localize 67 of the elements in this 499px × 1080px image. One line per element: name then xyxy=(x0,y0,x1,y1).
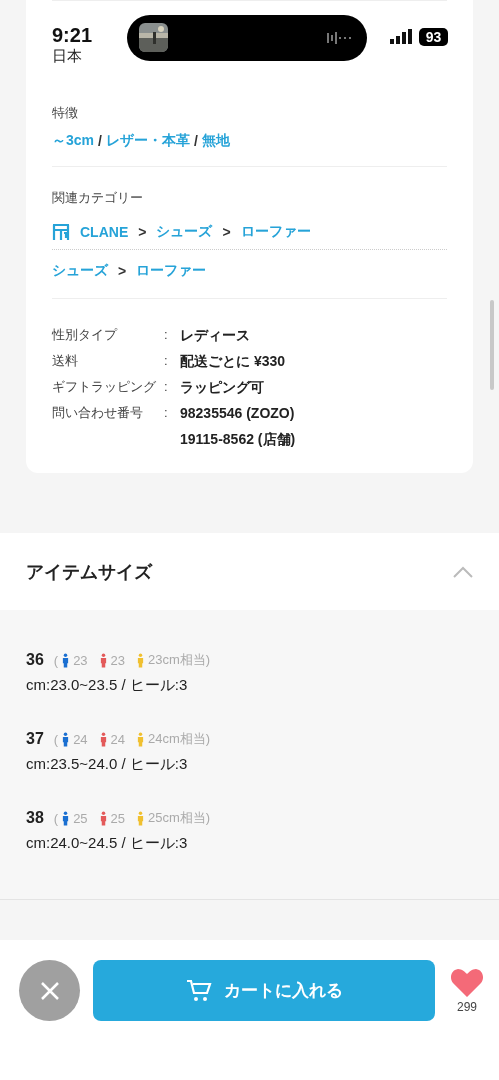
breadcrumb-separator: > xyxy=(222,224,231,240)
feature-link[interactable]: レザー・本革 xyxy=(105,132,190,150)
colon: : xyxy=(164,378,169,396)
size-label: 37 xyxy=(26,730,44,748)
category-link[interactable]: シューズ xyxy=(156,223,213,241)
heart-icon[interactable] xyxy=(450,967,484,998)
section-title: アイテムサイズ xyxy=(26,560,152,584)
feature-link[interactable]: ～3cm xyxy=(52,132,95,150)
close-icon xyxy=(39,980,60,1001)
spec-value: 配送ごとに ¥330 xyxy=(180,352,287,371)
womens-size: 24 xyxy=(110,731,126,747)
breadcrumb-separator: > xyxy=(138,224,147,240)
category-link[interactable]: ローファー xyxy=(240,223,311,241)
cart-icon xyxy=(185,978,212,1003)
separator: / xyxy=(98,133,102,149)
size-measurements: cm:24.0~24.5 / ヒール:3 xyxy=(26,834,189,853)
woman-icon xyxy=(99,810,107,826)
spec-value: レディース xyxy=(180,326,251,345)
size-equivalent: 25cm相当) xyxy=(148,809,211,827)
womens-size: 25 xyxy=(110,810,126,826)
spec-value: 98235546 (ZOZO) xyxy=(180,404,296,423)
signal-icon xyxy=(390,29,412,44)
size-measurements: cm:23.0~23.5 / ヒール:3 xyxy=(26,676,189,695)
feature-link[interactable]: 無地 xyxy=(201,132,230,150)
paren: ( xyxy=(53,810,59,826)
woman-icon xyxy=(99,731,107,747)
mens-size: 23 xyxy=(73,652,88,668)
breadcrumb-separator: > xyxy=(118,263,127,279)
child-icon xyxy=(137,810,145,826)
size-measurements: cm:23.5~24.0 / ヒール:3 xyxy=(26,755,189,774)
colon: : xyxy=(164,352,169,370)
colon: : xyxy=(164,404,169,422)
size-label: 36 xyxy=(26,651,44,669)
shop-icon xyxy=(52,224,70,240)
spec-label: 問い合わせ番号 xyxy=(52,404,144,422)
chevron-up-icon[interactable] xyxy=(453,565,473,578)
category-link[interactable]: シューズ xyxy=(52,262,108,280)
spec-value: ラッピング可 xyxy=(180,378,265,397)
colon: : xyxy=(164,326,169,344)
man-icon xyxy=(62,731,70,747)
features-label: 特徴 xyxy=(52,104,79,122)
category-link[interactable]: CLANE xyxy=(80,224,129,240)
spec-label: 性別タイプ xyxy=(52,326,119,344)
favorite-count: 299 xyxy=(457,999,477,1014)
spec-label: 送料 xyxy=(52,352,79,370)
category-link[interactable]: ローファー xyxy=(136,262,207,280)
man-icon xyxy=(62,810,70,826)
paren: ( xyxy=(53,652,59,668)
womens-size: 23 xyxy=(110,652,126,668)
child-icon xyxy=(137,731,145,747)
separator: / xyxy=(193,133,198,149)
origin-value: 日本 xyxy=(52,46,83,66)
size-equivalent: 24cm相当) xyxy=(148,730,211,748)
size-equivalent: 23cm相当) xyxy=(148,651,211,669)
mens-size: 25 xyxy=(73,810,88,826)
child-icon xyxy=(137,652,145,668)
status-time: 9:21 xyxy=(52,24,93,47)
spec-label: ギフトラッピング xyxy=(52,378,157,396)
woman-icon xyxy=(99,652,107,668)
man-icon xyxy=(62,652,70,668)
spec-value: 19115-8562 (店舗) xyxy=(180,430,297,449)
size-label: 38 xyxy=(26,809,44,827)
mens-size: 24 xyxy=(73,731,88,747)
add-to-cart-button[interactable]: カートに入れる xyxy=(93,960,435,1021)
battery-level: 93 xyxy=(419,28,448,46)
paren: ( xyxy=(53,731,59,747)
category-label: 関連カテゴリー xyxy=(52,189,144,207)
